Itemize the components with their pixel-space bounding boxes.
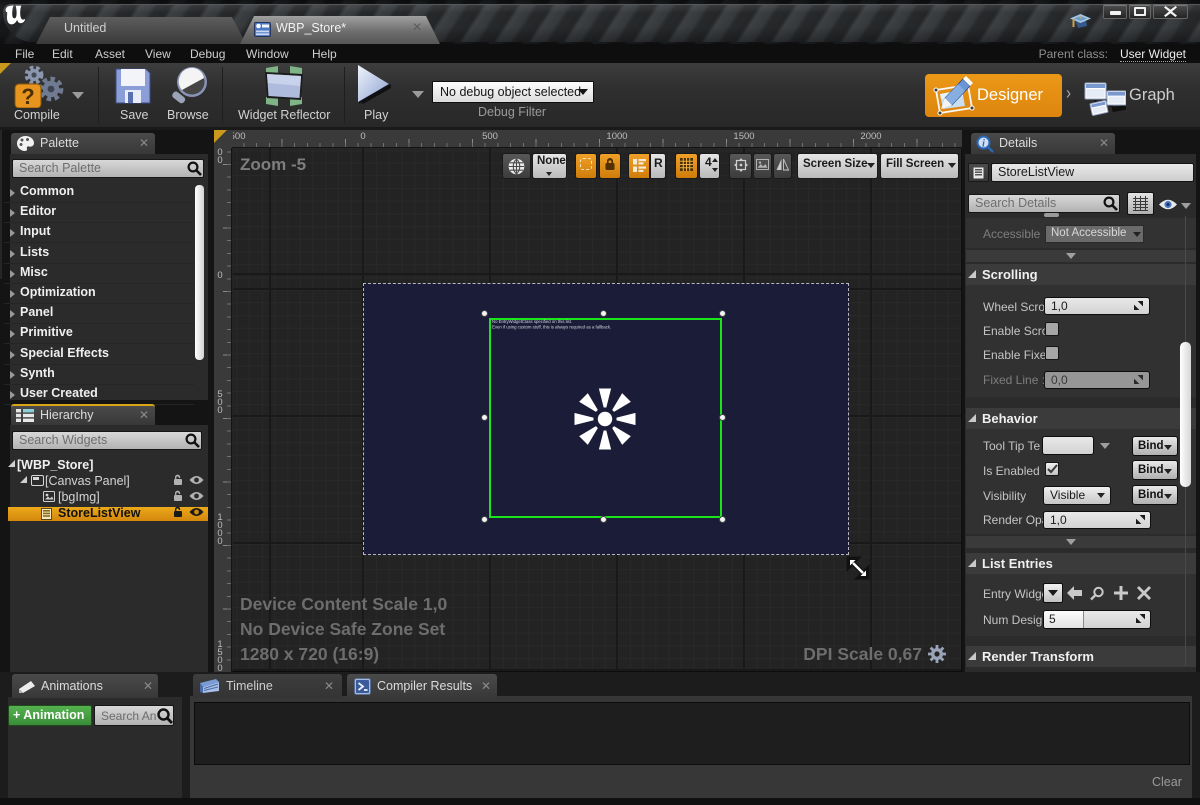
svg-text:?: ? (21, 84, 34, 108)
svg-text:i: i (982, 139, 985, 150)
